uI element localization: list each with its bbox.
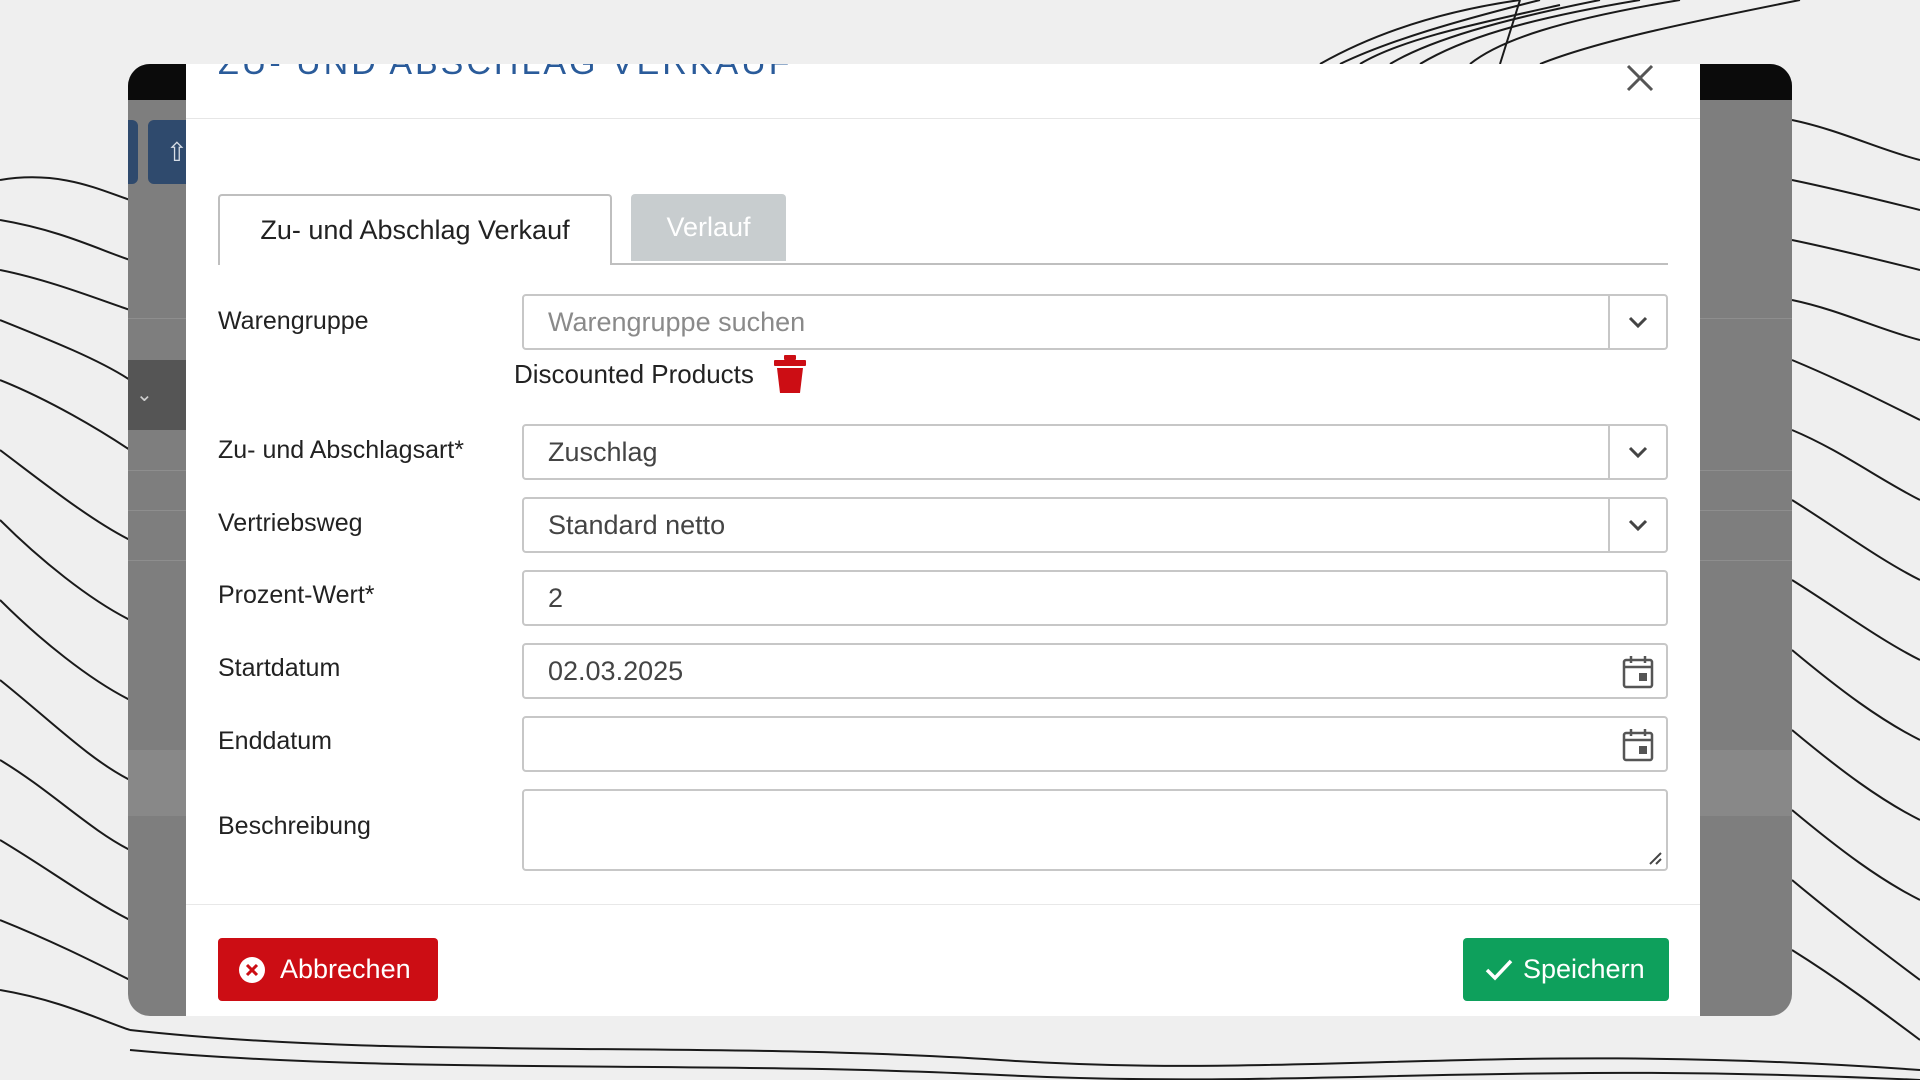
vertriebsweg-label: Vertriebsweg <box>218 509 363 537</box>
beschreibung-textarea[interactable] <box>522 789 1668 871</box>
footer-divider <box>186 904 1700 905</box>
enddatum-label: Enddatum <box>218 727 332 755</box>
calendar-icon[interactable] <box>1622 728 1654 762</box>
app-toolbar-button <box>128 120 138 184</box>
art-value: Zuschlag <box>548 437 658 467</box>
chevron-down-icon <box>1628 316 1648 329</box>
cancel-button-label: Abbrechen <box>280 954 411 984</box>
vertriebsweg-value: Standard netto <box>548 510 726 540</box>
cancel-button[interactable]: Abbrechen <box>218 938 438 1001</box>
calendar-icon[interactable] <box>1622 655 1654 689</box>
close-icon[interactable] <box>1620 64 1660 98</box>
startdatum-label: Startdatum <box>218 654 341 682</box>
enddatum-input[interactable] <box>522 716 1668 772</box>
tab-zu-und-abschlag[interactable]: Zu- und Abschlag Verkauf <box>218 194 612 265</box>
prozent-label: Prozent-Wert* <box>218 581 375 609</box>
art-select[interactable]: Zuschlag <box>522 424 1668 480</box>
art-label: Zu- und Abschlagsart* <box>218 436 464 464</box>
prozent-input[interactable]: 2 <box>522 570 1668 626</box>
art-dropdown-button[interactable] <box>1608 426 1666 478</box>
chevron-down-icon <box>1628 519 1648 532</box>
save-button-label: Speichern <box>1523 954 1645 984</box>
selected-warengruppe-label: Discounted Products <box>514 358 754 389</box>
resize-handle-icon[interactable] <box>1646 849 1662 865</box>
vertriebsweg-dropdown-button[interactable] <box>1608 499 1666 551</box>
chevron-down-icon: ⌄ <box>128 360 188 430</box>
checkmark-icon <box>1485 959 1513 981</box>
chevron-down-icon <box>1628 446 1648 459</box>
vertriebsweg-select[interactable]: Standard netto <box>522 497 1668 553</box>
trash-icon[interactable] <box>772 354 808 394</box>
modal-header: Zu- und Abschlag Verkauf <box>186 64 1700 119</box>
beschreibung-label: Beschreibung <box>218 812 371 840</box>
startdatum-input[interactable]: 02.03.2025 <box>522 643 1668 699</box>
selected-warengruppe-tag: Discounted Products <box>514 354 808 398</box>
warengruppe-placeholder: Warengruppe suchen <box>548 307 806 337</box>
save-button[interactable]: Speichern <box>1463 938 1669 1001</box>
close-circle-icon <box>239 957 265 983</box>
tab-verlauf[interactable]: Verlauf <box>631 194 786 261</box>
startdatum-value: 02.03.2025 <box>548 656 684 686</box>
surcharge-modal: Zu- und Abschlag Verkauf Zu- und Abschla… <box>186 64 1700 1016</box>
warengruppe-select[interactable]: Warengruppe suchen <box>522 294 1668 350</box>
prozent-value: 2 <box>548 583 564 613</box>
warengruppe-label: Warengruppe <box>218 307 369 335</box>
warengruppe-dropdown-button[interactable] <box>1608 296 1666 348</box>
tab-bar: Zu- und Abschlag Verkauf Verlauf <box>218 194 1668 265</box>
modal-title: Zu- und Abschlag Verkauf <box>218 64 793 83</box>
